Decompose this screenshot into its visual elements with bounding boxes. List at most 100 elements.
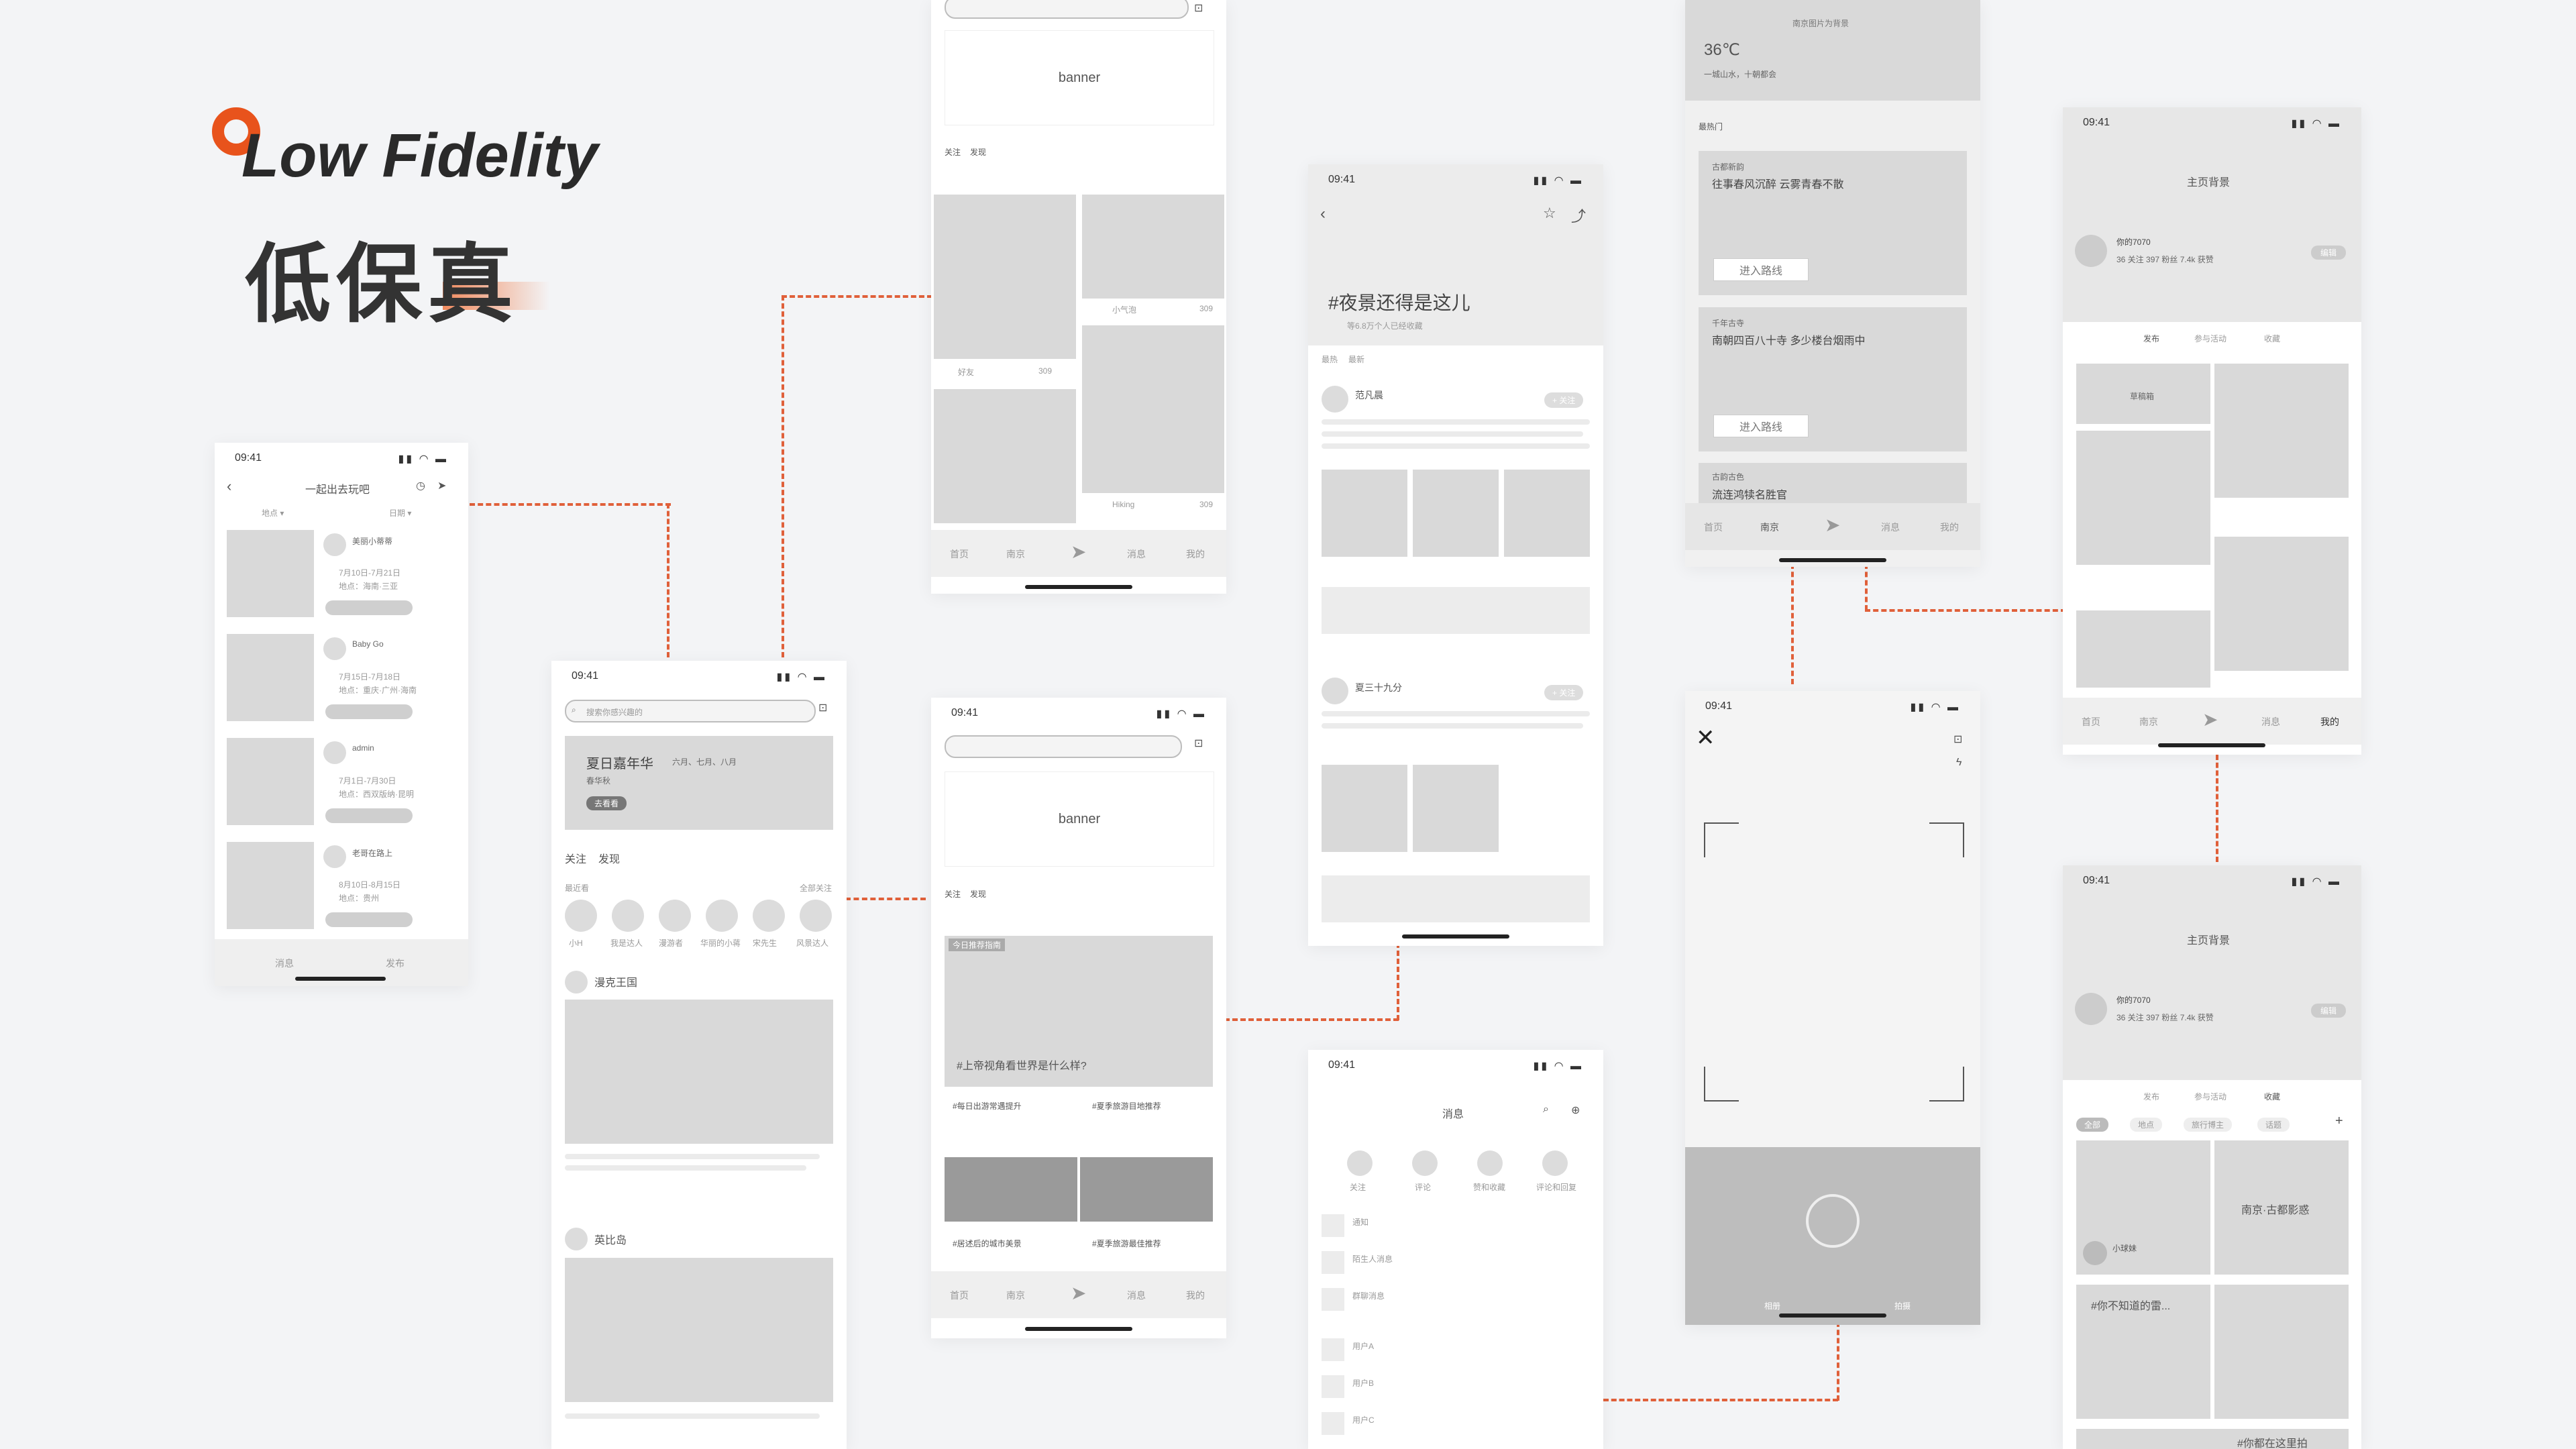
- search-input[interactable]: 搜索你感兴趣的 ⌕: [565, 700, 816, 722]
- tab-discover[interactable]: 发现: [970, 888, 986, 900]
- tab-follow[interactable]: 关注: [945, 888, 961, 900]
- avatar[interactable]: [2075, 235, 2107, 267]
- tab-posts[interactable]: 发布: [2143, 333, 2159, 344]
- message-row[interactable]: 用户B: [1352, 1377, 1374, 1389]
- topic-title[interactable]: #居述后的城市美景: [953, 1238, 1022, 1249]
- heart-icon[interactable]: [1477, 1150, 1503, 1176]
- avatar[interactable]: [1322, 678, 1348, 704]
- route-card[interactable]: 古都新韵 往事春风沉醉 云雾青春不散 进入路线: [1699, 151, 1967, 295]
- nav-me[interactable]: 我的: [1940, 521, 1959, 534]
- join-button[interactable]: [325, 704, 413, 719]
- nav-home[interactable]: 首页: [950, 547, 969, 561]
- search-icon[interactable]: ⌕: [1543, 1104, 1549, 1116]
- join-button[interactable]: [325, 912, 413, 927]
- draft-box[interactable]: 草稿箱: [2076, 364, 2210, 424]
- topic-title[interactable]: #夏季旅游目地推荐: [1092, 1100, 1161, 1112]
- avatar[interactable]: [706, 900, 738, 932]
- search-input[interactable]: [945, 735, 1182, 758]
- post-image[interactable]: [565, 1000, 833, 1144]
- post-image[interactable]: [1322, 470, 1407, 557]
- fav-card[interactable]: [2214, 1285, 2349, 1419]
- message-row[interactable]: 用户A: [1352, 1340, 1374, 1352]
- feed-card[interactable]: [1082, 195, 1224, 299]
- message-row[interactable]: 陌生人消息: [1352, 1253, 1393, 1265]
- avatar[interactable]: [565, 1228, 588, 1250]
- fav-card[interactable]: #你不知道的雷...: [2076, 1285, 2210, 1419]
- follow-button[interactable]: + 关注: [1544, 392, 1584, 408]
- topic-title[interactable]: #夏季旅游最佳推荐: [1092, 1238, 1161, 1249]
- avatar[interactable]: [565, 900, 597, 932]
- message-row[interactable]: 用户C: [1352, 1414, 1375, 1426]
- shoot-button[interactable]: 拍摄: [1894, 1300, 1911, 1311]
- filter-chip[interactable]: 话题: [2257, 1118, 2290, 1132]
- add-chip-button[interactable]: +: [2335, 1114, 2343, 1129]
- message-row[interactable]: 群聊消息: [1352, 1290, 1385, 1301]
- fav-card[interactable]: 南京·古都影惑: [2214, 1140, 2349, 1275]
- nav-me[interactable]: 我的: [1186, 547, 1205, 561]
- scan-icon[interactable]: ⊡: [1194, 737, 1203, 750]
- fav-card[interactable]: #你都在这里拍: [2076, 1429, 2349, 1449]
- filter-date[interactable]: 日期 ▾: [389, 507, 411, 519]
- nav-messages[interactable]: 消息: [1127, 547, 1146, 561]
- avatar[interactable]: [659, 900, 691, 932]
- feed-card[interactable]: [934, 389, 1076, 523]
- filter-chip[interactable]: 地点: [2130, 1118, 2163, 1132]
- enter-route-button[interactable]: 进入路线: [1713, 415, 1809, 437]
- nav-me[interactable]: 我的: [1186, 1289, 1205, 1302]
- post-image[interactable]: [1504, 470, 1590, 557]
- tab-hot[interactable]: 最热: [1322, 354, 1338, 365]
- topic-title[interactable]: #每日出游常遇提升: [953, 1100, 1022, 1112]
- nav-messages[interactable]: 消息: [1881, 521, 1900, 534]
- promo-button[interactable]: 去看看: [586, 796, 627, 810]
- tab-favorites[interactable]: 收藏: [2264, 333, 2280, 344]
- avatar[interactable]: [565, 971, 588, 994]
- see-all-link[interactable]: 全部关注: [800, 882, 832, 894]
- share-icon[interactable]: ⤴: [1571, 205, 1586, 226]
- send-icon[interactable]: ➤: [1825, 514, 1840, 536]
- post-image[interactable]: [1322, 765, 1407, 852]
- follow-button[interactable]: + 关注: [1544, 685, 1584, 700]
- back-icon[interactable]: ‹: [1320, 205, 1326, 223]
- feature-card[interactable]: 今日推荐指南 #上帝视角看世界是什么样?: [945, 936, 1213, 1087]
- scan-icon[interactable]: ⊡: [1194, 1, 1203, 15]
- tab-discover[interactable]: 发现: [598, 850, 620, 866]
- send-icon[interactable]: ➤: [1071, 1282, 1086, 1304]
- tab-messages[interactable]: 消息: [275, 957, 294, 970]
- avatar[interactable]: [1322, 386, 1348, 413]
- gallery-icon[interactable]: ⊡: [1953, 733, 1962, 746]
- post-image[interactable]: [565, 1258, 833, 1402]
- post-image[interactable]: [1413, 470, 1499, 557]
- comment-icon[interactable]: [1412, 1150, 1438, 1176]
- tab-activities[interactable]: 参与活动: [2194, 1091, 2226, 1102]
- star-icon[interactable]: ☆: [1543, 205, 1556, 222]
- tab-activities[interactable]: 参与活动: [2194, 333, 2226, 344]
- tab-discover[interactable]: 发现: [970, 146, 986, 158]
- feed-card[interactable]: [1082, 325, 1224, 493]
- post-card[interactable]: [2214, 364, 2349, 498]
- nav-messages[interactable]: 消息: [2261, 715, 2280, 729]
- nav-home[interactable]: 首页: [950, 1289, 969, 1302]
- route-card[interactable]: 千年古寺 南朝四百八十寺 多少楼台烟雨中 进入路线: [1699, 307, 1967, 451]
- topic-image[interactable]: [945, 1157, 1077, 1222]
- post-image[interactable]: [1413, 765, 1499, 852]
- edit-button[interactable]: 编辑: [2311, 1004, 2347, 1018]
- filter-chip[interactable]: 全部: [2076, 1118, 2109, 1132]
- nav-nanjing[interactable]: 南京: [1006, 1289, 1025, 1302]
- scan-icon[interactable]: ⊡: [818, 701, 827, 714]
- avatar[interactable]: [2075, 993, 2107, 1025]
- shutter-button[interactable]: [1806, 1194, 1860, 1248]
- post-card[interactable]: [2214, 537, 2349, 671]
- message-row[interactable]: 通知: [1352, 1216, 1368, 1228]
- banner[interactable]: banner: [945, 30, 1214, 125]
- search-input[interactable]: [945, 0, 1189, 19]
- back-icon[interactable]: ‹: [227, 478, 231, 495]
- fav-card[interactable]: 小球妹: [2076, 1140, 2210, 1275]
- flash-icon[interactable]: ϟ: [1956, 757, 1962, 769]
- tab-publish[interactable]: 发布: [386, 957, 405, 970]
- edit-button[interactable]: 编辑: [2311, 246, 2347, 260]
- nav-me[interactable]: 我的: [2320, 715, 2339, 729]
- promo-banner[interactable]: 夏日嘉年华 六月、七月、八月 春华秋 去看看: [565, 736, 833, 830]
- avatar[interactable]: [753, 900, 785, 932]
- tab-posts[interactable]: 发布: [2143, 1091, 2159, 1102]
- add-icon[interactable]: ⊕: [1571, 1104, 1580, 1117]
